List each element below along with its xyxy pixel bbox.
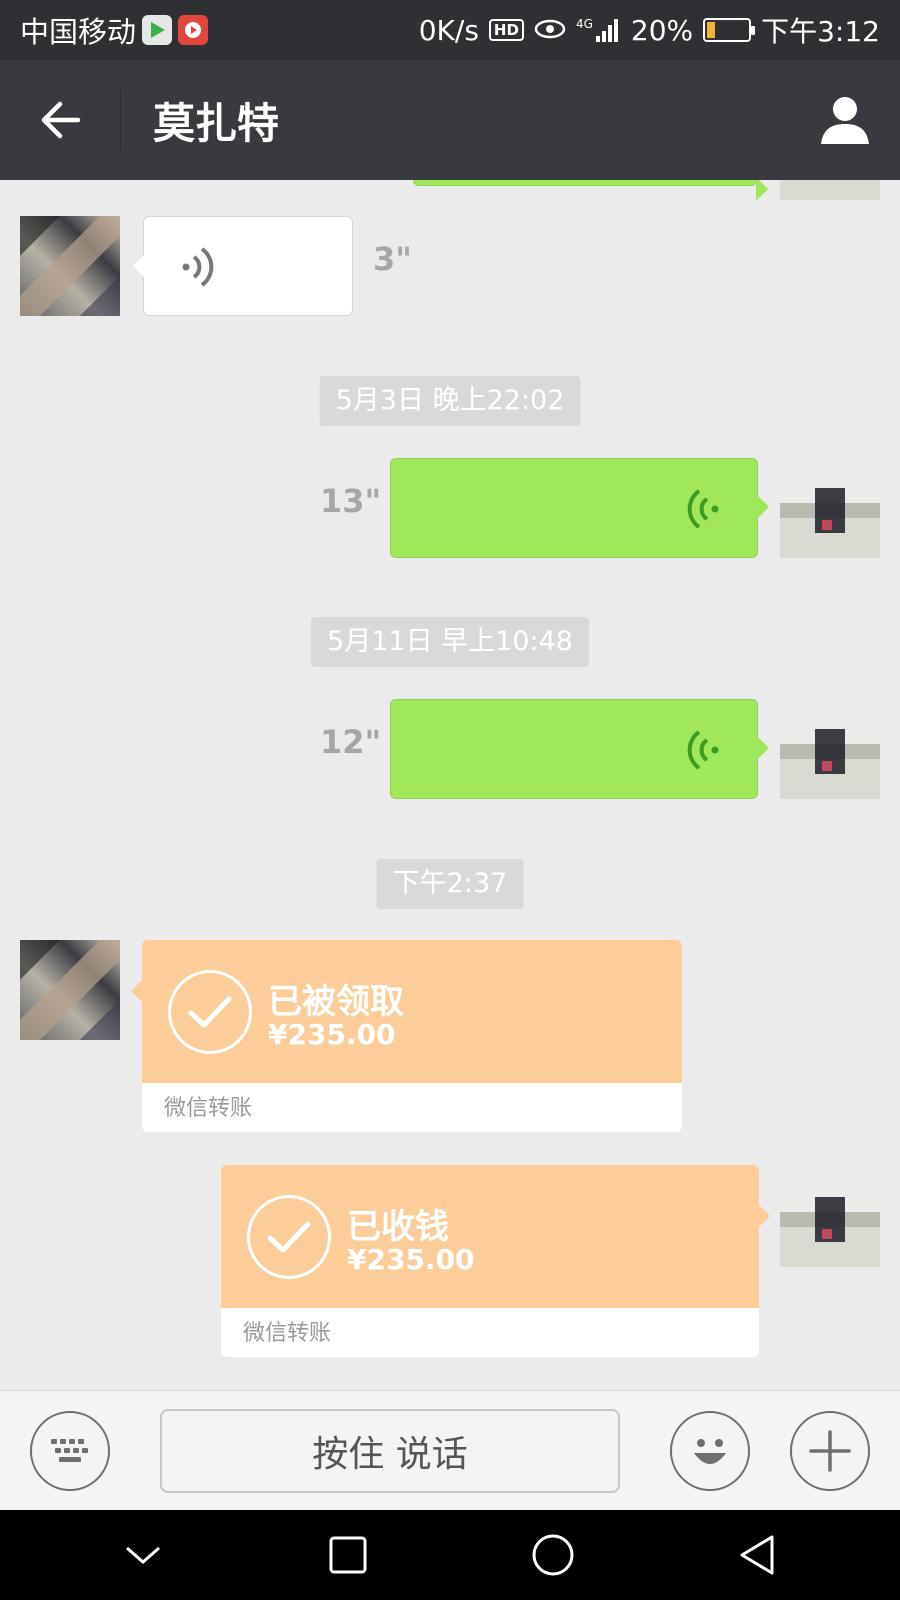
plus-icon	[809, 1430, 851, 1472]
voice-message-bubble[interactable]	[133, 216, 353, 316]
voice-wave-icon	[182, 247, 214, 287]
check-circle-icon	[168, 970, 252, 1054]
my-avatar[interactable]	[780, 699, 880, 799]
input-bar: 按住 说话	[0, 1390, 900, 1510]
status-bar: 中国移动 0K/s HD 4G 20% 下午3:12	[0, 0, 900, 60]
person-icon	[821, 97, 869, 144]
check-circle-icon	[247, 1195, 331, 1279]
battery-icon	[703, 18, 756, 42]
transfer-footer: 微信转账	[142, 1083, 682, 1132]
contact-name-title: 莫扎特	[153, 98, 280, 148]
voice-duration: 3"	[373, 240, 412, 278]
battery-percent: 20%	[630, 13, 694, 47]
my-avatar[interactable]	[780, 458, 880, 558]
hold-to-talk-button[interactable]: 按住 说话	[160, 1409, 620, 1493]
arrow-left-icon	[41, 101, 81, 139]
contact-avatar[interactable]	[20, 940, 120, 1040]
my-avatar[interactable]	[780, 1167, 880, 1267]
chat-header: 莫扎特	[0, 60, 900, 180]
transfer-card[interactable]: 已被领取 ¥235.00 微信转账	[131, 940, 682, 1132]
timestamp: 下午2:37	[376, 859, 524, 909]
timestamp: 5月11日 早上10:48	[311, 617, 589, 667]
contact-avatar[interactable]	[20, 216, 120, 316]
keyboard-icon	[51, 1439, 88, 1462]
my-avatar[interactable]	[780, 180, 880, 200]
video-app-icon	[142, 15, 173, 45]
more-options-button[interactable]	[790, 1411, 870, 1491]
timestamp: 5月3日 晚上22:02	[319, 376, 581, 426]
transfer-footer: 微信转账	[221, 1308, 759, 1357]
transfer-status: 已收钱	[347, 1207, 449, 1247]
title-divider	[120, 90, 121, 150]
smiley-icon	[694, 1439, 726, 1464]
signal-type: 4G	[575, 17, 593, 31]
voice-duration: 12"	[320, 723, 382, 761]
contact-profile-button[interactable]	[790, 60, 900, 180]
transfer-amount: ¥235.00	[268, 1018, 396, 1051]
hd-badge: HD	[488, 19, 524, 41]
keyboard-toggle-button[interactable]	[30, 1411, 110, 1491]
chat-screen: 中国移动 0K/s HD 4G 20% 下午3:12 莫扎特 3" 5月3日 晚…	[0, 0, 900, 1600]
transfer-card-body: 已被领取 ¥235.00	[131, 940, 682, 1083]
voice-message-bubble[interactable]	[390, 458, 769, 558]
triangle-back-icon	[740, 1535, 773, 1575]
circle-icon	[532, 1534, 573, 1576]
clock: 下午3:12	[761, 15, 880, 48]
transfer-card-body: 已收钱 ¥235.00	[221, 1165, 770, 1308]
voice-wave-icon	[687, 730, 719, 770]
nav-hide-button[interactable]	[98, 1510, 188, 1600]
back-button[interactable]	[0, 60, 120, 180]
net-speed: 0K/s	[418, 13, 479, 47]
square-icon	[329, 1536, 366, 1574]
voice-duration: 13"	[320, 482, 382, 520]
carrier-label: 中国移动	[20, 15, 137, 49]
transfer-amount: ¥235.00	[347, 1243, 475, 1276]
transfer-card[interactable]: 已收钱 ¥235.00 微信转账	[221, 1165, 770, 1357]
nav-back-button[interactable]	[713, 1510, 803, 1600]
voice-message-bubble[interactable]	[390, 699, 769, 799]
nav-recents-button[interactable]	[303, 1510, 393, 1600]
transfer-status: 已被领取	[268, 982, 404, 1022]
voice-wave-icon	[687, 489, 719, 529]
signal-icon: 4G	[576, 18, 621, 42]
battery-fill	[707, 22, 716, 38]
previous-voice-bubble[interactable]	[413, 180, 768, 201]
eye-icon	[534, 14, 566, 47]
media-app-icon	[178, 15, 209, 45]
chevron-down-icon	[125, 1546, 160, 1564]
nav-home-button[interactable]	[508, 1510, 598, 1600]
message-list[interactable]: 3" 5月3日 晚上22:02 13" 5月11日 早上10:48 12" 下午…	[0, 180, 900, 1390]
emoji-button[interactable]	[670, 1411, 750, 1491]
system-nav-bar	[0, 1510, 900, 1600]
